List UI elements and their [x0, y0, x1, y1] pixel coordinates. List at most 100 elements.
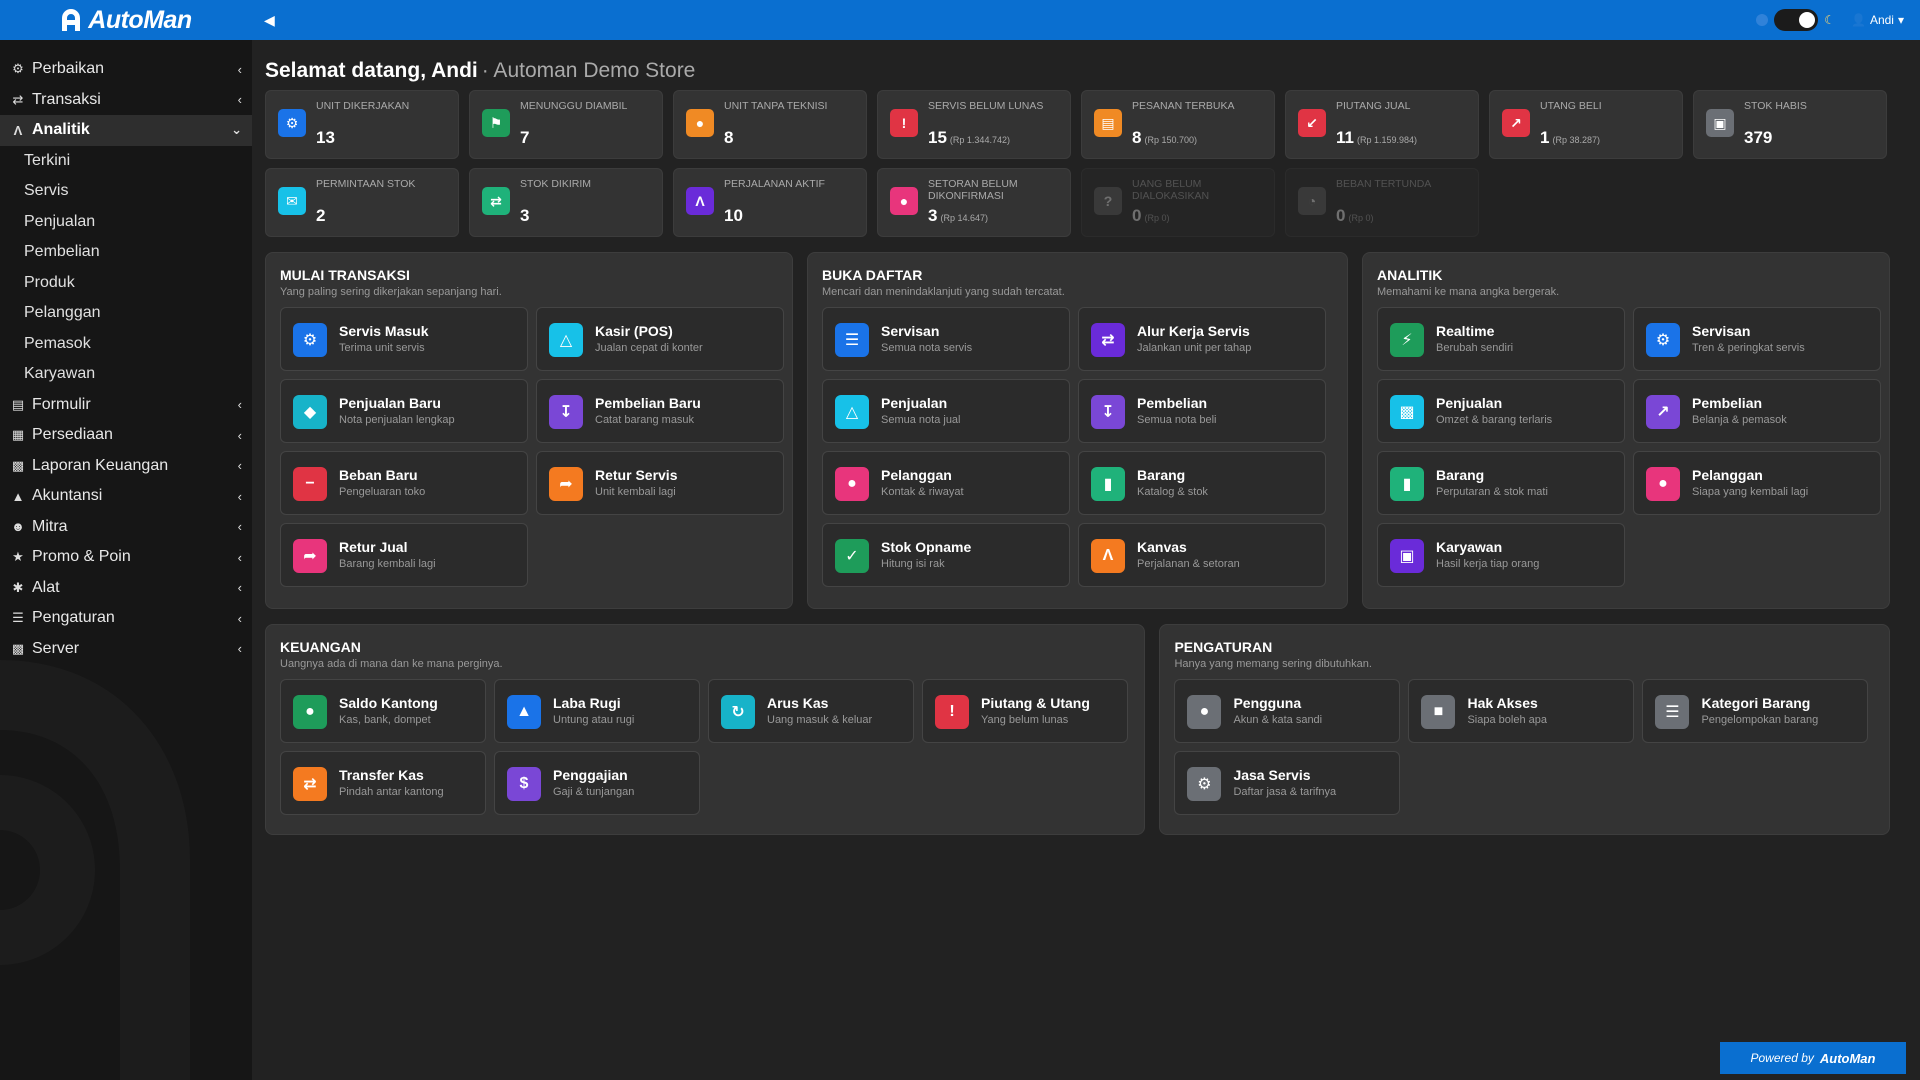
- shortcut-card-penjualan[interactable]: △ Penjualan Semua nota jual: [822, 379, 1070, 443]
- shortcut-card-pelanggan[interactable]: ● Pelanggan Kontak & riwayat: [822, 451, 1070, 515]
- card-title: Alur Kerja Servis: [1137, 323, 1250, 339]
- card-title: Hak Akses: [1467, 695, 1538, 711]
- sidebar-item-perbaikan[interactable]: ⚙ Perbaikan ‹: [0, 54, 252, 85]
- card-title: Barang: [1137, 467, 1186, 483]
- stat-card[interactable]: ↗ UTANG BELI 1 (Rp 38.287): [1489, 90, 1683, 159]
- sidebar-item-server[interactable]: ▩ Server ‹: [0, 634, 252, 665]
- stat-card[interactable]: ▣ STOK HABIS 379: [1693, 90, 1887, 159]
- card-title: Penjualan: [1436, 395, 1503, 411]
- shortcut-card-kanvas[interactable]: Λ Kanvas Perjalanan & setoran: [1078, 523, 1326, 587]
- card-title: Piutang & Utang: [981, 695, 1090, 711]
- chevron-left-icon: ‹: [237, 580, 242, 596]
- shortcut-card-transfer-kas[interactable]: ⇄ Transfer Kas Pindah antar kantong: [280, 751, 486, 815]
- area-chart-icon: ▲: [11, 488, 25, 504]
- card-subtitle: Hitung isi rak: [881, 558, 945, 570]
- shortcut-card-servisan[interactable]: ☰ Servisan Semua nota servis: [822, 307, 1070, 371]
- shortcut-card-pembelian[interactable]: ↗ Pembelian Belanja & pemasok: [1633, 379, 1881, 443]
- stat-card[interactable]: ↙ PIUTANG JUAL 11 (Rp 1.159.984): [1285, 90, 1479, 159]
- shortcut-card-servisan[interactable]: ⚙ Servisan Tren & peringkat servis: [1633, 307, 1881, 371]
- shortcut-card-servis-masuk[interactable]: ⚙ Servis Masuk Terima unit servis: [280, 307, 528, 371]
- tag-icon: ◆: [293, 395, 327, 429]
- stat-card[interactable]: ◔ BEBAN TERTUNDA 0 (Rp 0): [1285, 168, 1479, 237]
- stat-card[interactable]: ● SETORAN BELUM DIKONFIRMASI 3 (Rp 14.647…: [877, 168, 1071, 237]
- shortcut-card-pembelian-baru[interactable]: ↧ Pembelian Baru Catat barang masuk: [536, 379, 784, 443]
- user-name: Andi: [1869, 13, 1894, 27]
- exchange-icon: ⇄: [1091, 323, 1125, 357]
- shortcut-card-alur-kerja-servis[interactable]: ⇄ Alur Kerja Servis Jalankan unit per ta…: [1078, 307, 1326, 371]
- stat-card[interactable]: ▤ PESANAN TERBUKA 8 (Rp 150.700): [1081, 90, 1275, 159]
- shortcut-card-piutang-utang[interactable]: ! Piutang & Utang Yang belum lunas: [922, 679, 1128, 743]
- bar-chart-icon: ▩: [11, 457, 25, 473]
- sidebar-subitem-karyawan[interactable]: Karyawan: [0, 359, 252, 390]
- chevron-left-icon: ‹: [237, 549, 242, 565]
- sidebar-subitem-terkini[interactable]: Terkini: [0, 146, 252, 177]
- card-subtitle: Omzet & barang terlaris: [1436, 414, 1553, 426]
- shortcut-card-stok-opname[interactable]: ✓ Stok Opname Hitung isi rak: [822, 523, 1070, 587]
- sidebar-item-promo-poin[interactable]: ★ Promo & Poin ‹: [0, 542, 252, 573]
- sidebar-item-persediaan[interactable]: ▦ Persediaan ‹: [0, 420, 252, 451]
- shortcut-card-arus-kas[interactable]: ↻ Arus Kas Uang masuk & keluar: [708, 679, 914, 743]
- form-icon: ▤: [11, 396, 25, 412]
- shortcut-card-saldo-kantong[interactable]: ● Saldo Kantong Kas, bank, dompet: [280, 679, 486, 743]
- stat-label: PERJALANAN AKTIF: [724, 178, 825, 190]
- shortcut-card-retur-servis[interactable]: ➦ Retur Servis Unit kembali lagi: [536, 451, 784, 515]
- shortcut-card-pengguna[interactable]: ● Pengguna Akun & kata sandi: [1174, 679, 1401, 743]
- sidebar-subitem-pemasok[interactable]: Pemasok: [0, 329, 252, 360]
- shortcut-card-pembelian[interactable]: ↧ Pembelian Semua nota beli: [1078, 379, 1326, 443]
- stat-card[interactable]: ⚑ MENUNGGU DIAMBIL 7: [469, 90, 663, 159]
- stat-card[interactable]: ✉ PERMINTAAN STOK 2: [265, 168, 459, 237]
- shortcut-card-penjualan[interactable]: ▩ Penjualan Omzet & barang terlaris: [1377, 379, 1625, 443]
- brand-logo[interactable]: AutoMan: [0, 0, 252, 40]
- card-subtitle: Akun & kata sandi: [1233, 714, 1323, 726]
- sidebar-subitem-penjualan[interactable]: Penjualan: [0, 207, 252, 238]
- sidebar-subitem-produk[interactable]: Produk: [0, 268, 252, 299]
- card-title: Transfer Kas: [339, 767, 424, 783]
- user-menu[interactable]: 👤 Andi ▾: [1851, 13, 1904, 27]
- theme-toggle[interactable]: [1774, 9, 1819, 31]
- sidebar-toggle-icon[interactable]: ◀: [264, 12, 275, 29]
- stat-card[interactable]: ? UANG BELUM DIALOKASIKAN 0 (Rp 0): [1081, 168, 1275, 237]
- sidebar-subitem-pelanggan[interactable]: Pelanggan: [0, 298, 252, 329]
- shortcut-card-kategori-barang[interactable]: ☰ Kategori Barang Pengelompokan barang: [1642, 679, 1869, 743]
- sidebar-item-alat[interactable]: ✱ Alat ‹: [0, 573, 252, 604]
- shortcut-card-retur-jual[interactable]: ➦ Retur Jual Barang kembali lagi: [280, 523, 528, 587]
- card-subtitle: Unit kembali lagi: [595, 486, 676, 498]
- powered-by-badge[interactable]: Powered by AutoMan: [1720, 1042, 1906, 1074]
- stat-value-row: 10: [724, 206, 746, 226]
- card-title: Penjualan Baru: [339, 395, 441, 411]
- sidebar-item-mitra[interactable]: ☻ Mitra ‹: [0, 512, 252, 543]
- stat-label: UTANG BELI: [1540, 100, 1602, 112]
- barcode-icon: ▮: [1390, 467, 1424, 501]
- sidebar-item-pengaturan[interactable]: ☰ Pengaturan ‹: [0, 603, 252, 634]
- stat-value: 11: [1336, 128, 1354, 147]
- sidebar-item-laporan-keuangan[interactable]: ▩ Laporan Keuangan ‹: [0, 451, 252, 482]
- sidebar-item-transaksi[interactable]: ⇄ Transaksi ‹: [0, 85, 252, 116]
- stat-value: 379: [1744, 128, 1773, 147]
- panels-row-2: KEUANGAN Uangnya ada di mana dan ke mana…: [265, 624, 1890, 835]
- shortcut-card-pelanggan[interactable]: ● Pelanggan Siapa yang kembali lagi: [1633, 451, 1881, 515]
- card-title: Realtime: [1436, 323, 1495, 339]
- stat-card[interactable]: ● UNIT TANPA TEKNISI 8: [673, 90, 867, 159]
- sidebar-nav: ⚙ Perbaikan ‹ ⇄ Transaksi ‹ Λ Analitik ⌄ Te…: [0, 40, 252, 664]
- stat-card[interactable]: ⚙ UNIT DIKERJAKAN 13: [265, 90, 459, 159]
- shortcut-card-hak-akses[interactable]: ■ Hak Akses Siapa boleh apa: [1408, 679, 1635, 743]
- shortcut-card-jasa-servis[interactable]: ⚙ Jasa Servis Daftar jasa & tarifnya: [1174, 751, 1401, 815]
- stat-card[interactable]: ⇄ STOK DIKIRIM 3: [469, 168, 663, 237]
- shortcut-card-barang[interactable]: ▮ Barang Katalog & stok: [1078, 451, 1326, 515]
- shortcut-card-barang[interactable]: ▮ Barang Perputaran & stok mati: [1377, 451, 1625, 515]
- shortcut-card-penjualan-baru[interactable]: ◆ Penjualan Baru Nota penjualan lengkap: [280, 379, 528, 443]
- stat-card[interactable]: ! SERVIS BELUM LUNAS 15 (Rp 1.344.742): [877, 90, 1071, 159]
- shortcut-card-kasir-pos[interactable]: △ Kasir (POS) Jualan cepat di konter: [536, 307, 784, 371]
- shortcut-card-penggajian[interactable]: $ Penggajian Gaji & tunjangan: [494, 751, 700, 815]
- shortcut-card-laba-rugi[interactable]: ▲ Laba Rugi Untung atau rugi: [494, 679, 700, 743]
- sidebar-item-formulir[interactable]: ▤ Formulir ‹: [0, 390, 252, 421]
- sidebar-item-analitik[interactable]: Λ Analitik ⌄: [0, 115, 252, 146]
- stat-card[interactable]: Λ PERJALANAN AKTIF 10: [673, 168, 867, 237]
- sidebar-item-akuntansi[interactable]: ▲ Akuntansi ‹: [0, 481, 252, 512]
- shortcut-card-karyawan[interactable]: ▣ Karyawan Hasil kerja tiap orang: [1377, 523, 1625, 587]
- sidebar-subitem-servis[interactable]: Servis: [0, 176, 252, 207]
- sidebar-subitem-pembelian[interactable]: Pembelian: [0, 237, 252, 268]
- background-logo-icon: [0, 660, 190, 1080]
- shortcut-card-realtime[interactable]: ⚡ Realtime Berubah sendiri: [1377, 307, 1625, 371]
- shortcut-card-beban-baru[interactable]: − Beban Baru Pengeluaran toko: [280, 451, 528, 515]
